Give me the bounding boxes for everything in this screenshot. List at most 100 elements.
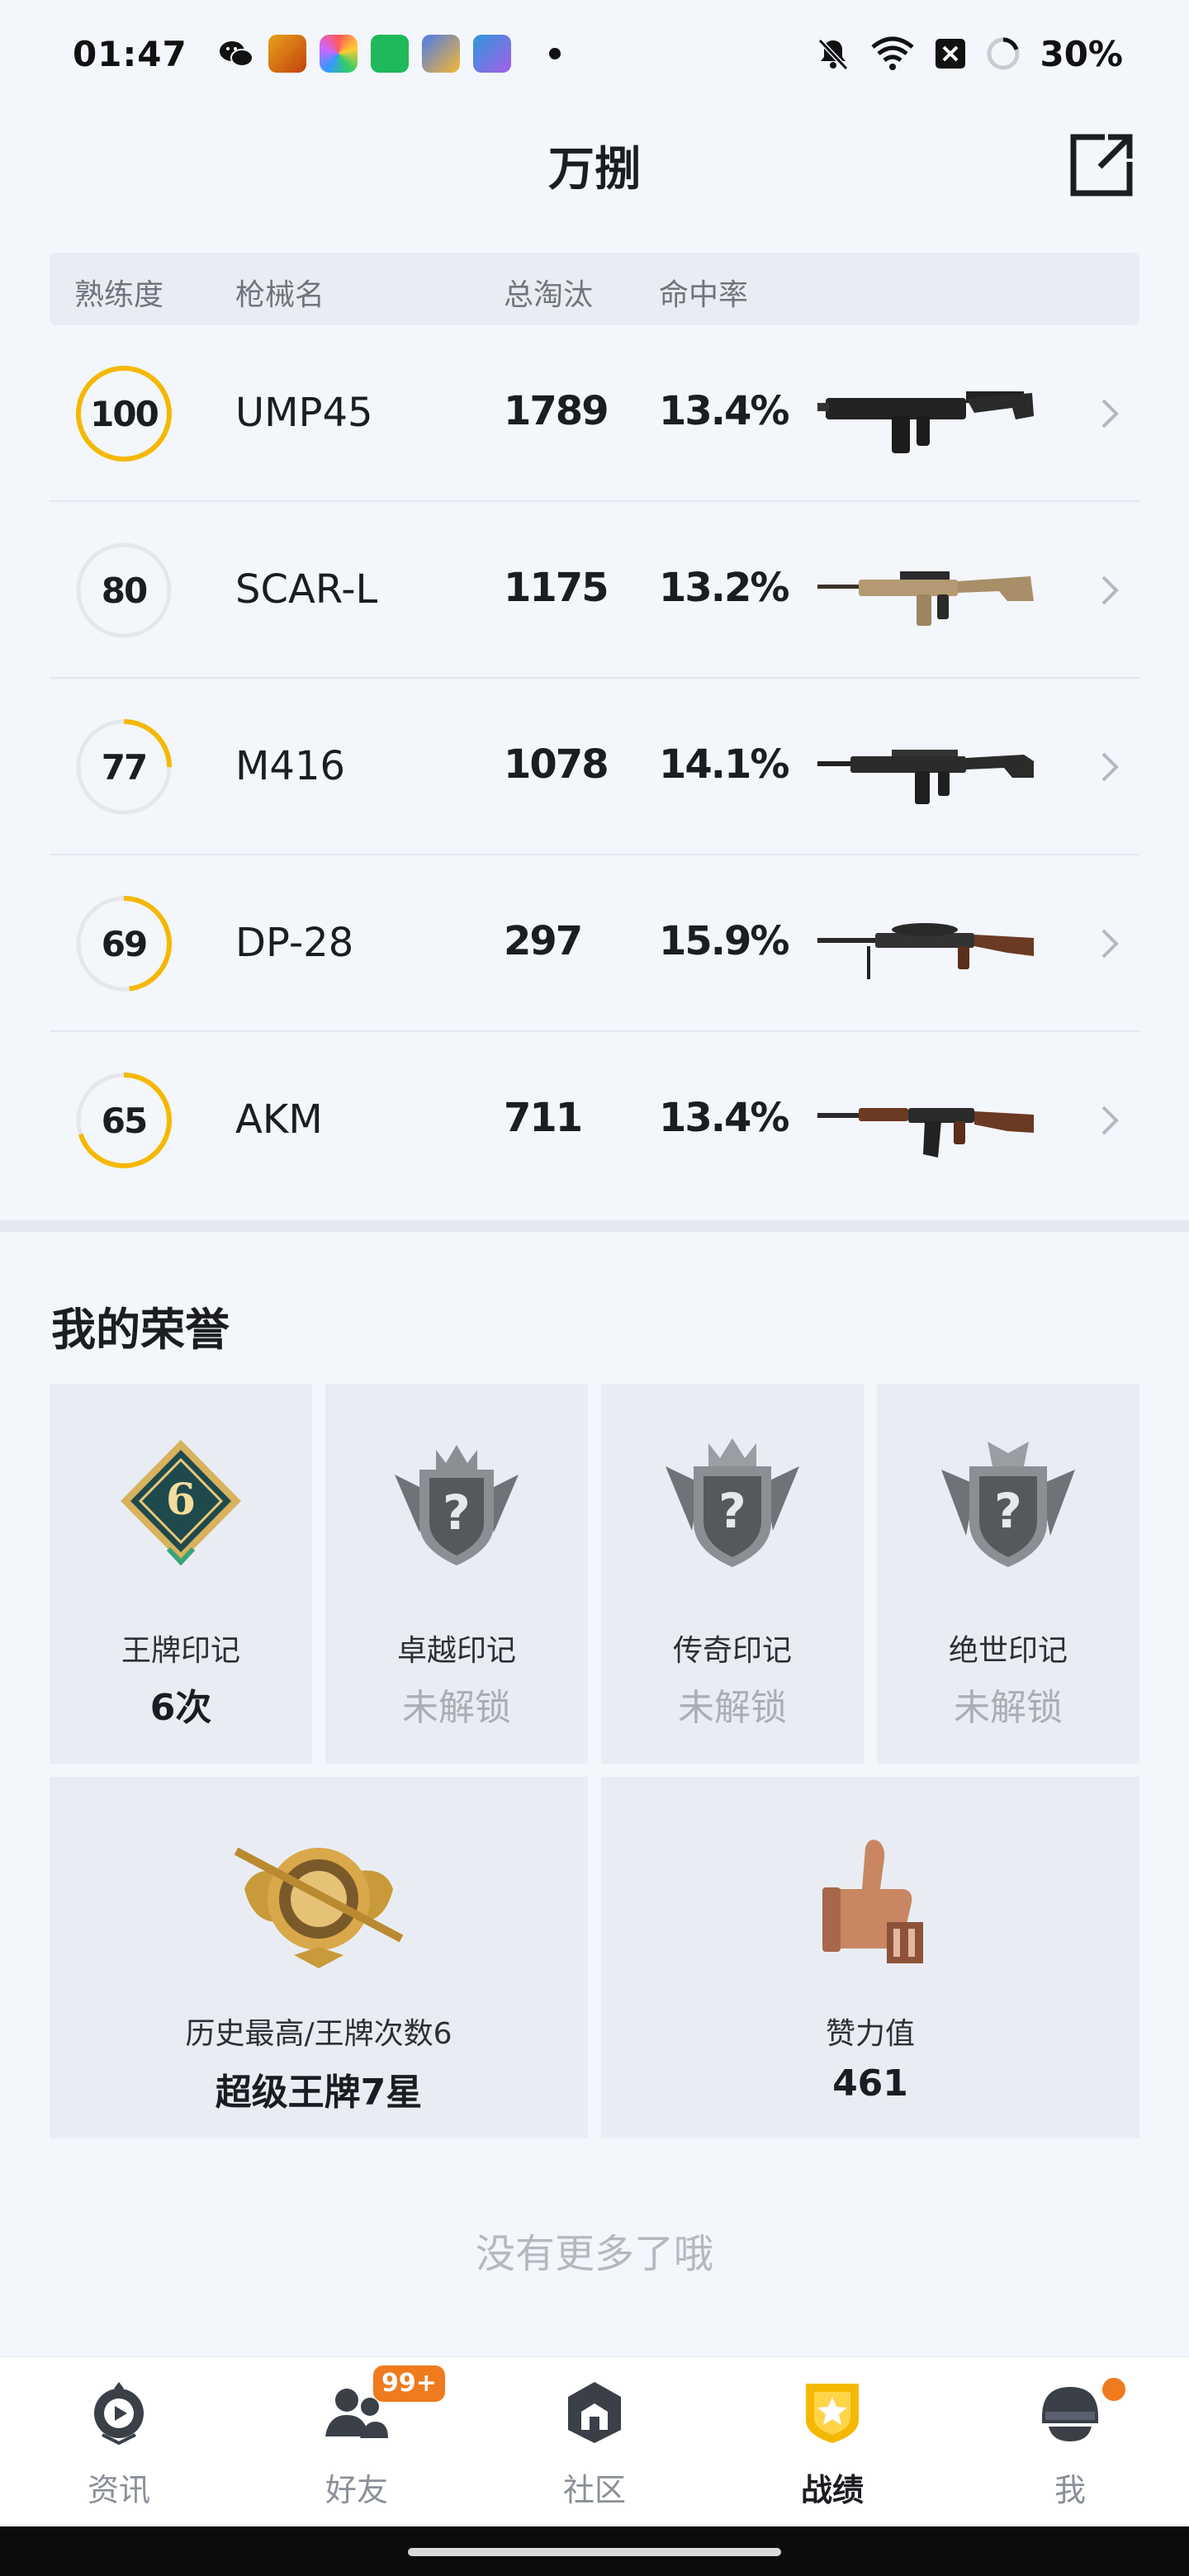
record-shield-icon bbox=[806, 2384, 859, 2443]
honor-stat-value: 461 bbox=[832, 2062, 908, 2105]
svg-text:?: ? bbox=[994, 1483, 1022, 1539]
weapon-name: SCAR-L bbox=[235, 566, 378, 613]
security-app-icon bbox=[370, 35, 409, 73]
proficiency-value: 80 bbox=[101, 570, 148, 611]
nav-label: 战绩 bbox=[800, 2472, 864, 2508]
game-app-3-icon bbox=[472, 35, 511, 73]
weapon-kills: 1789 bbox=[504, 388, 609, 434]
proficiency-ring: 77 bbox=[74, 717, 173, 817]
column-accuracy: 命中率 bbox=[659, 278, 749, 312]
helmet-profile-icon bbox=[1042, 2387, 1098, 2441]
m416-rifle-image bbox=[817, 750, 1034, 804]
column-proficiency: 熟练度 bbox=[74, 278, 164, 312]
chevron-right-icon bbox=[1101, 1106, 1119, 1135]
no-more-text: 没有更多了哦 bbox=[475, 2231, 713, 2277]
page-header: 万捌 bbox=[0, 116, 1189, 215]
scar-l-rifle-image bbox=[817, 571, 1034, 626]
honor-card-likes[interactable]: 赞力值 461 bbox=[601, 1777, 1139, 2138]
honor-card-ace-mark[interactable]: 6 王牌印记 6次 bbox=[50, 1384, 312, 1764]
proficiency-ring: 69 bbox=[74, 894, 173, 993]
chevron-right-icon bbox=[1101, 575, 1119, 605]
section-divider bbox=[0, 1220, 1189, 1232]
honors-title: 我的荣誉 bbox=[51, 1304, 230, 1356]
wechat-icon bbox=[219, 41, 253, 67]
mute-icon bbox=[818, 38, 849, 71]
akm-rifle-image bbox=[817, 1108, 1034, 1158]
nav-item-records[interactable]: 战绩 bbox=[713, 2357, 951, 2527]
proficiency-ring: 100 bbox=[74, 364, 173, 463]
nav-label: 资讯 bbox=[87, 2472, 150, 2508]
weapon-kills: 711 bbox=[504, 1095, 583, 1141]
weapon-row-akm[interactable]: 65 AKM 711 13.4% bbox=[50, 1032, 1139, 1209]
nav-label: 社区 bbox=[562, 2472, 626, 2508]
honor-card-peerless-mark[interactable]: ? 绝世印记 未解锁 bbox=[877, 1384, 1139, 1764]
nav-label: 好友 bbox=[324, 2472, 388, 2508]
honor-value: 未解锁 bbox=[954, 1687, 1063, 1729]
honor-marks-grid: 6 王牌印记 6次 ? 卓越印记 未解锁 ? 传奇印记 未解锁 ? 绝世印记 未… bbox=[50, 1384, 1139, 1764]
weapon-row-dp-28[interactable]: 69 DP-28 297 15.9% bbox=[50, 855, 1139, 1032]
legend-mark-badge-icon: ? bbox=[666, 1438, 799, 1567]
ump45-smg-image bbox=[817, 391, 1034, 453]
profile-notification-dot bbox=[1100, 2375, 1128, 2403]
weapon-name: M416 bbox=[235, 743, 346, 789]
honor-stats-grid: 历史最高/王牌次数6 超级王牌7星 赞力值 461 bbox=[50, 1777, 1139, 2138]
page-title: 万捌 bbox=[548, 142, 641, 197]
svg-text:?: ? bbox=[718, 1483, 746, 1539]
game-app-icon bbox=[268, 35, 306, 73]
ace-badge-digit: 6 bbox=[166, 1475, 196, 1525]
battery-percent: 30% bbox=[1040, 33, 1123, 74]
status-system-icons: 30% bbox=[815, 34, 1123, 74]
svg-text:?: ? bbox=[443, 1485, 471, 1541]
honor-card-excellence-mark[interactable]: ? 卓越印记 未解锁 bbox=[325, 1384, 588, 1764]
sim-off-icon bbox=[936, 39, 966, 69]
honor-stat-label: 赞力值 bbox=[825, 2017, 915, 2051]
weapon-row-scar-l[interactable]: 80 SCAR-L 1175 13.2% bbox=[50, 502, 1139, 679]
honor-card-highest-rank[interactable]: 历史最高/王牌次数6 超级王牌7星 bbox=[50, 1777, 588, 2138]
status-bar: 01:47 30% bbox=[0, 0, 1189, 107]
share-external-icon[interactable] bbox=[1063, 127, 1139, 203]
honor-label: 绝世印记 bbox=[948, 1634, 1068, 1668]
weapon-accuracy: 13.2% bbox=[659, 565, 790, 611]
honor-label: 王牌印记 bbox=[121, 1634, 240, 1668]
weapon-kills: 297 bbox=[504, 918, 583, 964]
friends-count-badge: 99+ bbox=[373, 2365, 445, 2402]
weapon-accuracy: 13.4% bbox=[659, 1095, 790, 1141]
honor-label: 卓越印记 bbox=[396, 1634, 516, 1668]
proficiency-value: 77 bbox=[101, 746, 148, 788]
weapon-row-m416[interactable]: 77 M416 1078 14.1% bbox=[50, 679, 1139, 855]
honor-card-legend-mark[interactable]: ? 传奇印记 未解锁 bbox=[601, 1384, 864, 1764]
proficiency-ring: 65 bbox=[74, 1071, 173, 1170]
home-indicator[interactable] bbox=[408, 2548, 781, 2556]
news-play-icon bbox=[94, 2382, 144, 2445]
chevron-right-icon bbox=[1101, 399, 1119, 429]
weapon-kills: 1078 bbox=[504, 741, 609, 788]
chevron-right-icon bbox=[1101, 752, 1119, 782]
honor-label: 传奇印记 bbox=[672, 1634, 792, 1668]
weapon-name: DP-28 bbox=[235, 920, 354, 966]
thumbs-up-trophy-icon bbox=[822, 1840, 923, 1963]
column-total-kills: 总淘汰 bbox=[504, 278, 594, 312]
honor-value: 6次 bbox=[149, 1687, 212, 1729]
proficiency-value: 65 bbox=[101, 1100, 148, 1141]
nav-item-friends[interactable]: 99+ 好友 bbox=[238, 2357, 476, 2527]
nav-item-me[interactable]: 我 bbox=[951, 2357, 1189, 2527]
honor-value: 未解锁 bbox=[402, 1687, 511, 1729]
notification-dot bbox=[548, 48, 561, 59]
status-app-icons bbox=[217, 35, 561, 73]
status-time: 01:47 bbox=[73, 33, 187, 74]
proficiency-value: 69 bbox=[101, 923, 148, 964]
proficiency-ring: 80 bbox=[74, 541, 173, 640]
peerless-mark-badge-icon: ? bbox=[941, 1442, 1075, 1567]
nav-label: 我 bbox=[1054, 2472, 1086, 2508]
ace-mark-badge-icon: 6 bbox=[121, 1440, 241, 1566]
weapon-kills: 1175 bbox=[504, 565, 609, 611]
bottom-nav: 资讯 99+ 好友 社区 战绩 我 bbox=[0, 2356, 1189, 2526]
nav-item-community[interactable]: 社区 bbox=[476, 2357, 713, 2527]
nav-item-news[interactable]: 资讯 bbox=[0, 2357, 238, 2527]
battery-ring-icon bbox=[987, 37, 1020, 70]
weapon-table: 100 UMP45 1789 13.4% 80 SCAR-L 1175 13.2… bbox=[50, 325, 1139, 1209]
weapon-row-ump45[interactable]: 100 UMP45 1789 13.4% bbox=[50, 325, 1139, 502]
honor-value: 未解锁 bbox=[678, 1687, 787, 1729]
honor-stat-label: 历史最高/王牌次数6 bbox=[185, 2017, 452, 2051]
game-app-2-icon bbox=[421, 35, 460, 73]
